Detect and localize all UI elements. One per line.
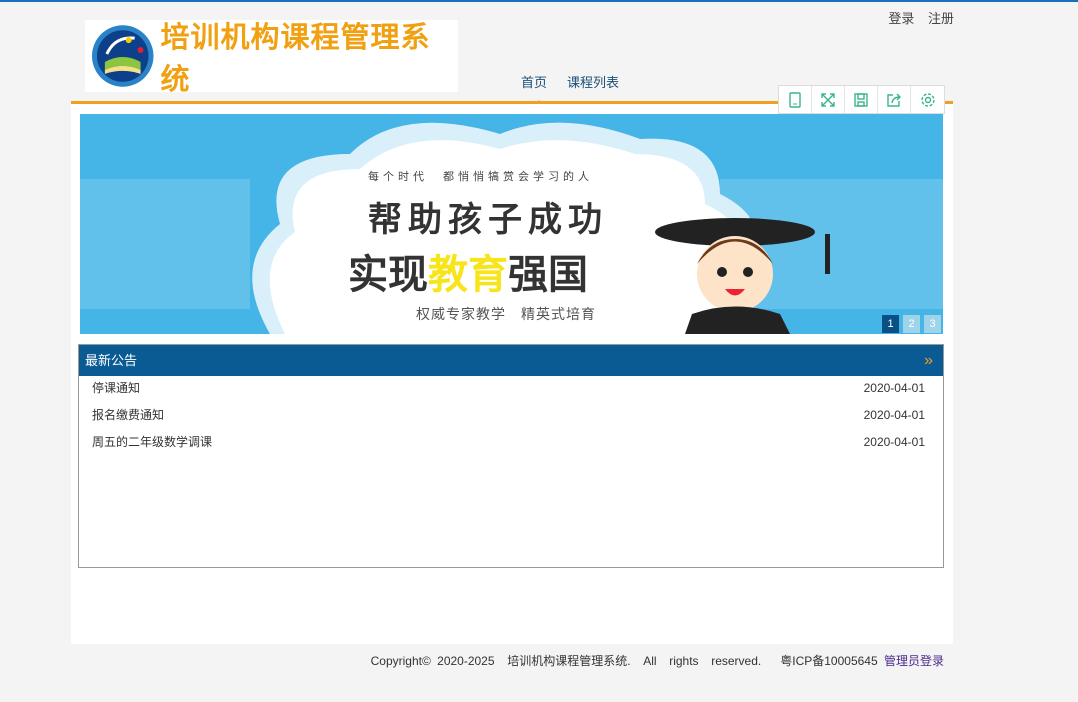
copyright-text: Copyright© 2020-2025 培训机构课程管理系统. All rig… [370,654,878,668]
notice-item-title[interactable]: 停课通知 [92,376,140,403]
carousel-page-2[interactable]: 2 [903,315,920,333]
toolbar [778,85,945,114]
nav-home[interactable]: 首页 [521,72,547,106]
banner-headline: 帮助孩子成功 [368,201,608,239]
notice-item-title[interactable]: 报名缴费通知 [92,403,164,430]
banner-carousel[interactable]: 每个时代 都悄悄犒赏会学习的人 帮助孩子成功 实现教育强国 权威专家教学 精英式… [80,114,943,334]
banner-tagline: 每个时代 都悄悄犒赏会学习的人 [368,171,593,183]
main-nav: 首页 课程列表 [521,72,619,106]
notice-item-date: 2020-04-01 [863,381,925,395]
login-link[interactable]: 登录 [888,11,914,26]
banner-slogan-b: 教育 [428,253,508,297]
banner-subtitle: 权威专家教学 精英式培育 [416,306,596,322]
save-icon[interactable] [845,86,878,113]
notice-panel: 最新公告 » 停课通知 2020-04-01 报名缴费通知 2020-04-01 周… [78,344,944,568]
banner-slogan-a: 实现 [348,253,428,297]
carousel-pager: 1 2 3 [882,315,941,333]
notice-item-date: 2020-04-01 [863,408,925,422]
nav-course-list[interactable]: 课程列表 [567,72,619,91]
carousel-page-3[interactable]: 3 [924,315,941,333]
footer: Copyright© 2020-2025 培训机构课程管理系统. All rig… [371,652,944,669]
logo[interactable]: 培训机构课程管理系统 [85,20,458,96]
notice-item[interactable]: 报名缴费通知 2020-04-01 [79,403,943,430]
register-link[interactable]: 注册 [928,11,954,26]
more-chevron-icon[interactable]: » [924,345,933,376]
notice-item-date: 2020-04-01 [863,435,925,449]
notice-item[interactable]: 停课通知 2020-04-01 [79,376,943,403]
notice-item-title[interactable]: 周五的二年级数学调课 [92,430,212,457]
tablet-icon[interactable] [779,86,812,113]
auth-links: 登录 注册 [878,8,954,27]
admin-login-link[interactable]: 管理员登录 [884,654,944,668]
notice-title: 最新公告 [85,353,138,368]
banner-slogan: 实现教育强国 [348,242,588,300]
fullscreen-icon[interactable] [812,86,845,113]
share-icon[interactable] [878,86,911,113]
notice-item[interactable]: 周五的二年级数学调课 2020-04-01 [79,430,943,457]
logo-title: 培训机构课程管理系统 [160,20,431,96]
banner-slogan-c: 强国 [508,253,588,297]
logo-emblem-icon [91,25,154,87]
notice-header: 最新公告 » [79,345,943,376]
settings-icon[interactable] [911,86,944,113]
carousel-page-1[interactable]: 1 [882,315,899,333]
